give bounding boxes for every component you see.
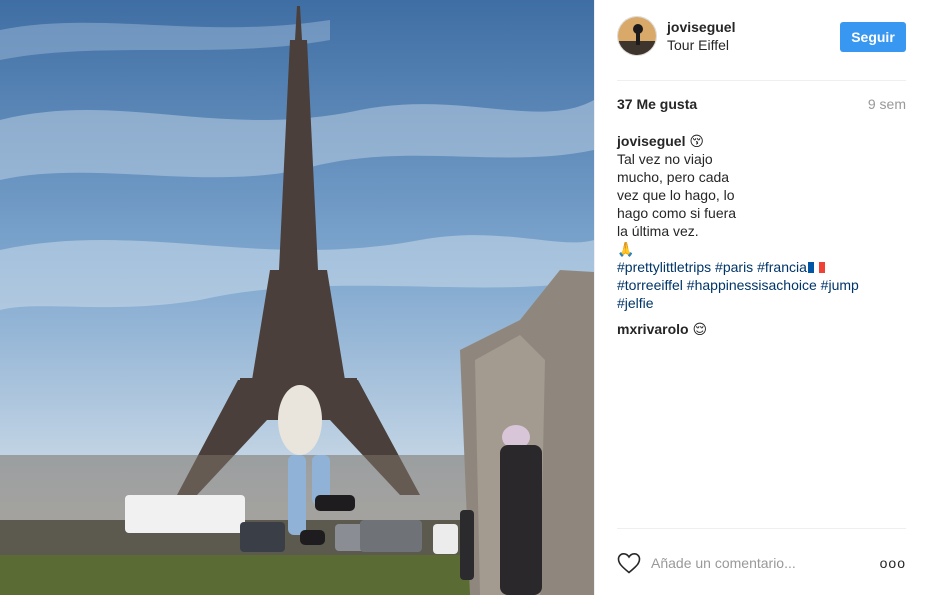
comment-username[interactable]: mxrivarolo — [617, 321, 689, 337]
post-location[interactable]: Tour Eiffel — [667, 37, 729, 53]
follow-button[interactable]: Seguir — [840, 22, 906, 52]
hashtag-link[interactable]: #paris — [715, 259, 753, 275]
pray-emoji-icon: 🙏 — [617, 241, 635, 257]
relieved-emoji-icon: 😌 — [692, 321, 708, 337]
post-details-panel: joviseguel Tour Eiffel Seguir 37 Me gust… — [594, 0, 925, 595]
avatar[interactable] — [617, 16, 657, 56]
flag-stripe-red — [819, 262, 825, 273]
hashtag-link[interactable]: #torreeiffel — [617, 277, 683, 293]
post-username[interactable]: joviseguel — [667, 19, 735, 35]
hashtag-link[interactable]: #francia — [757, 259, 807, 275]
hashtag-link[interactable]: #jump — [821, 277, 859, 293]
eiffel-tower-photo — [0, 0, 594, 595]
caption-line: vez que lo hago, lo — [617, 187, 735, 203]
hashtag-link[interactable]: #prettylittletrips — [617, 259, 711, 275]
caption-line: Tal vez no viajo — [617, 151, 713, 167]
avatar-image — [618, 17, 656, 55]
likes-count[interactable]: 37 Me gusta — [617, 96, 697, 112]
post-time[interactable]: 9 sem — [868, 96, 906, 112]
post-header: joviseguel Tour Eiffel Seguir — [617, 16, 906, 58]
post-photo[interactable] — [0, 0, 594, 595]
comment-item: mxrivarolo 😌 — [617, 320, 707, 338]
header-divider — [617, 80, 906, 81]
comment-bar: ooo — [617, 549, 906, 577]
kiss-emoji-icon: 😚 — [689, 133, 704, 149]
more-options-icon[interactable]: ooo — [880, 555, 906, 571]
heart-outline-icon[interactable] — [617, 552, 641, 574]
likes-row: 37 Me gusta 9 sem — [617, 96, 906, 116]
hashtag-link[interactable]: #jelfie — [617, 295, 654, 311]
france-flag-icon — [807, 262, 825, 273]
add-comment-input[interactable] — [651, 552, 861, 574]
caption-username[interactable]: joviseguel — [617, 133, 685, 149]
post-caption: joviseguel 😚 Tal vez no viajo mucho, per… — [617, 132, 859, 312]
hashtag-link[interactable]: #happinessisachoice — [687, 277, 817, 293]
caption-line: hago como si fuera — [617, 205, 737, 221]
caption-line: mucho, pero cada — [617, 169, 730, 185]
comments-divider — [617, 528, 906, 529]
caption-line: la última vez. — [617, 223, 699, 239]
